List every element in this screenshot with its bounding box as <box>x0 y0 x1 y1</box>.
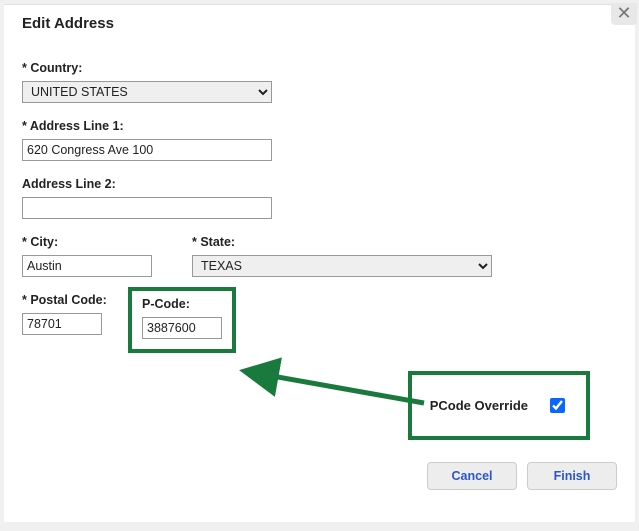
address1-field-group: * Address Line 1: <box>22 119 617 161</box>
dialog-header: Edit Address <box>4 5 635 61</box>
dialog-title: Edit Address <box>22 15 114 32</box>
pcode-input[interactable] <box>142 317 222 339</box>
postal-pcode-row: * Postal Code: P-Code: <box>22 293 617 353</box>
finish-button[interactable]: Finish <box>527 462 617 490</box>
address-form: * Country: UNITED STATES * Address Line … <box>4 61 635 353</box>
city-field-group: * City: <box>22 235 192 277</box>
postal-field-group: * Postal Code: <box>22 293 132 353</box>
city-state-row: * City: * State: TEXAS <box>22 235 617 277</box>
city-input[interactable] <box>22 255 152 277</box>
country-select[interactable]: UNITED STATES <box>22 81 272 103</box>
pcode-label: P-Code: <box>142 297 222 311</box>
pcode-override-label: PCode Override <box>430 398 528 413</box>
pcode-override-box: PCode Override <box>408 371 590 440</box>
city-label: * City: <box>22 235 192 249</box>
pcode-override-checkbox[interactable] <box>550 398 565 413</box>
edit-address-dialog: ✕ Edit Address * Country: UNITED STATES … <box>4 4 635 522</box>
state-field-group: * State: TEXAS <box>192 235 492 277</box>
address1-label: * Address Line 1: <box>22 119 617 133</box>
close-button[interactable]: ✕ <box>611 3 637 25</box>
state-select[interactable]: TEXAS <box>192 255 492 277</box>
country-label: * Country: <box>22 61 617 75</box>
postal-label: * Postal Code: <box>22 293 132 307</box>
pcode-highlight-box: P-Code: <box>128 287 236 353</box>
address1-input[interactable] <box>22 139 272 161</box>
close-icon: ✕ <box>616 3 631 23</box>
address2-field-group: Address Line 2: <box>22 177 617 219</box>
cancel-button[interactable]: Cancel <box>427 462 517 490</box>
dialog-actions: Cancel Finish <box>427 462 617 490</box>
address2-label: Address Line 2: <box>22 177 617 191</box>
address2-input[interactable] <box>22 197 272 219</box>
state-label: * State: <box>192 235 492 249</box>
postal-input[interactable] <box>22 313 102 335</box>
country-field-group: * Country: UNITED STATES <box>22 61 617 103</box>
pcode-field-group: P-Code: <box>132 293 236 353</box>
